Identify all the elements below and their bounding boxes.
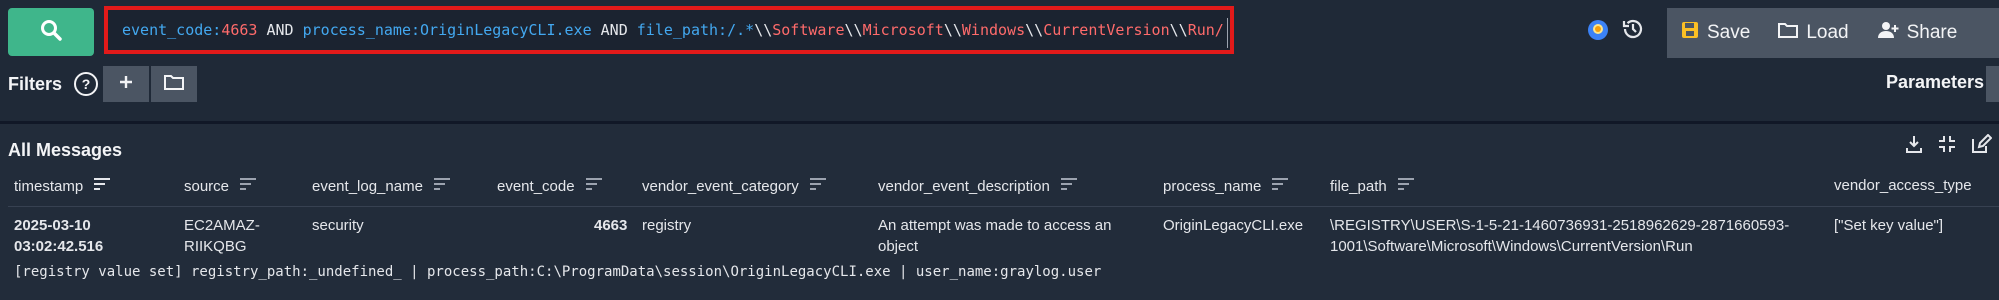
folder-icon bbox=[164, 73, 184, 96]
query-token: AND bbox=[257, 21, 303, 39]
query-token: process_name: bbox=[302, 21, 421, 39]
query-token: Microsoft bbox=[862, 21, 944, 39]
cell-timestamp[interactable]: 2025-03-10 03:02:42.516 bbox=[14, 215, 103, 257]
column-label: vendor_event_description bbox=[878, 177, 1050, 195]
query-token: AND bbox=[591, 21, 637, 39]
query-token: CurrentVersion bbox=[1043, 21, 1170, 39]
query-token: Software bbox=[772, 21, 845, 39]
cell-vendor-access-type[interactable]: ["Set key value"] bbox=[1834, 215, 1943, 236]
column-label: vendor_access_type bbox=[1834, 177, 1972, 194]
sort-icon[interactable] bbox=[1397, 177, 1415, 195]
search-button[interactable] bbox=[8, 8, 94, 56]
query-token: \\ bbox=[754, 21, 773, 39]
text-cursor bbox=[1227, 18, 1228, 48]
panel-title: All Messages bbox=[8, 140, 123, 160]
message-summary[interactable]: [registry value set] registry_path:_unde… bbox=[14, 264, 1101, 280]
column-header-vendor-event-category[interactable]: vendor_event_category bbox=[642, 177, 827, 195]
query-token: OriginLegacyCLI.exe bbox=[420, 21, 592, 39]
history-icon[interactable] bbox=[1620, 16, 1646, 42]
column-header-vendor-access-type[interactable]: vendor_access_type bbox=[1834, 177, 1972, 194]
query-toolbar: Save Load Share bbox=[1667, 8, 1999, 58]
parameters-button[interactable] bbox=[1986, 66, 1999, 102]
query-token: Run/ bbox=[1187, 21, 1224, 39]
save-icon bbox=[1681, 21, 1699, 45]
query-token: /.* bbox=[727, 21, 755, 39]
table-header-divider bbox=[8, 206, 1999, 207]
file-path-line-2: 1001\Software\Microsoft\Windows\CurrentV… bbox=[1330, 238, 1693, 255]
folder-icon bbox=[1778, 21, 1799, 45]
help-icon[interactable]: ? bbox=[74, 72, 98, 96]
cell-event-log-name[interactable]: security bbox=[312, 215, 364, 236]
query-token: \\ bbox=[844, 21, 863, 39]
cell-event-code[interactable]: 4663 bbox=[594, 215, 627, 236]
column-header-source[interactable]: source bbox=[184, 177, 257, 195]
load-label: Load bbox=[1806, 22, 1849, 43]
user-avatar-icon[interactable] bbox=[1585, 17, 1611, 43]
save-label: Save bbox=[1707, 22, 1751, 43]
timestamp-time: 03:02:42.516 bbox=[14, 238, 104, 255]
description-line-2: object bbox=[878, 238, 919, 255]
query-token: event_code: bbox=[122, 21, 222, 39]
sort-icon[interactable] bbox=[239, 177, 257, 195]
column-header-event-log-name[interactable]: event_log_name bbox=[312, 177, 451, 195]
share-button[interactable]: Share bbox=[1863, 8, 1972, 58]
column-label: file_path bbox=[1330, 177, 1387, 195]
load-button[interactable]: Load bbox=[1764, 8, 1862, 58]
sort-icon[interactable] bbox=[433, 177, 451, 195]
cell-source[interactable]: EC2AMAZ- RIIKQBG bbox=[184, 215, 260, 257]
filters-label: Filters bbox=[8, 74, 63, 94]
search-query-input[interactable]: event_code:4663 AND process_name:OriginL… bbox=[104, 6, 1234, 54]
add-filter-button[interactable] bbox=[103, 66, 149, 102]
sort-icon[interactable] bbox=[585, 177, 603, 195]
query-token: \\ bbox=[1025, 21, 1044, 39]
sort-descending-icon[interactable] bbox=[93, 177, 111, 195]
load-filter-button[interactable] bbox=[151, 66, 197, 102]
edit-icon[interactable] bbox=[1970, 133, 1993, 159]
add-user-icon bbox=[1877, 21, 1899, 45]
column-label: timestamp bbox=[14, 177, 84, 195]
timestamp-date: 2025-03-10 bbox=[14, 217, 91, 234]
query-token: 4663 bbox=[221, 21, 258, 39]
save-button[interactable]: Save bbox=[1667, 8, 1764, 58]
column-label: event_code bbox=[497, 177, 575, 195]
description-line-1: An attempt was made to access an bbox=[878, 217, 1112, 234]
cell-vendor-event-category[interactable]: registry bbox=[642, 215, 691, 236]
plus-icon bbox=[118, 74, 134, 95]
compress-icon[interactable] bbox=[1937, 134, 1957, 159]
query-token: Windows bbox=[961, 21, 1026, 39]
download-icon[interactable] bbox=[1904, 134, 1924, 159]
query-token: \\ bbox=[1169, 21, 1188, 39]
column-label: vendor_event_category bbox=[642, 177, 799, 195]
search-icon bbox=[39, 18, 63, 47]
column-header-vendor-event-description[interactable]: vendor_event_description bbox=[878, 177, 1078, 195]
column-label: event_log_name bbox=[312, 177, 423, 195]
query-token: \\ bbox=[943, 21, 962, 39]
sort-icon[interactable] bbox=[809, 177, 827, 195]
column-header-process-name[interactable]: process_name bbox=[1163, 177, 1289, 195]
column-header-event-code[interactable]: event_code bbox=[497, 177, 603, 195]
source-line-1: EC2AMAZ- bbox=[184, 217, 260, 234]
file-path-line-1: \REGISTRY\USER\S-1-5-21-1460736931-25189… bbox=[1330, 217, 1790, 234]
cell-vendor-event-description[interactable]: An attempt was made to access an object bbox=[878, 215, 1111, 257]
search-query-text: event_code:4663 AND process_name:OriginL… bbox=[122, 21, 1224, 39]
cell-file-path[interactable]: \REGISTRY\USER\S-1-5-21-1460736931-25189… bbox=[1330, 215, 1789, 257]
column-label: source bbox=[184, 177, 230, 195]
sort-icon[interactable] bbox=[1060, 177, 1078, 195]
share-label: Share bbox=[1906, 22, 1958, 43]
column-label: process_name bbox=[1163, 177, 1262, 195]
column-header-timestamp[interactable]: timestamp bbox=[14, 177, 111, 195]
query-token: file_path: bbox=[636, 21, 728, 39]
cell-process-name[interactable]: OriginLegacyCLI.exe bbox=[1163, 215, 1303, 236]
parameters-label: Parameters bbox=[1886, 72, 1985, 92]
sort-icon[interactable] bbox=[1271, 177, 1289, 195]
source-line-2: RIIKQBG bbox=[184, 238, 247, 255]
column-header-file-path[interactable]: file_path bbox=[1330, 177, 1415, 195]
